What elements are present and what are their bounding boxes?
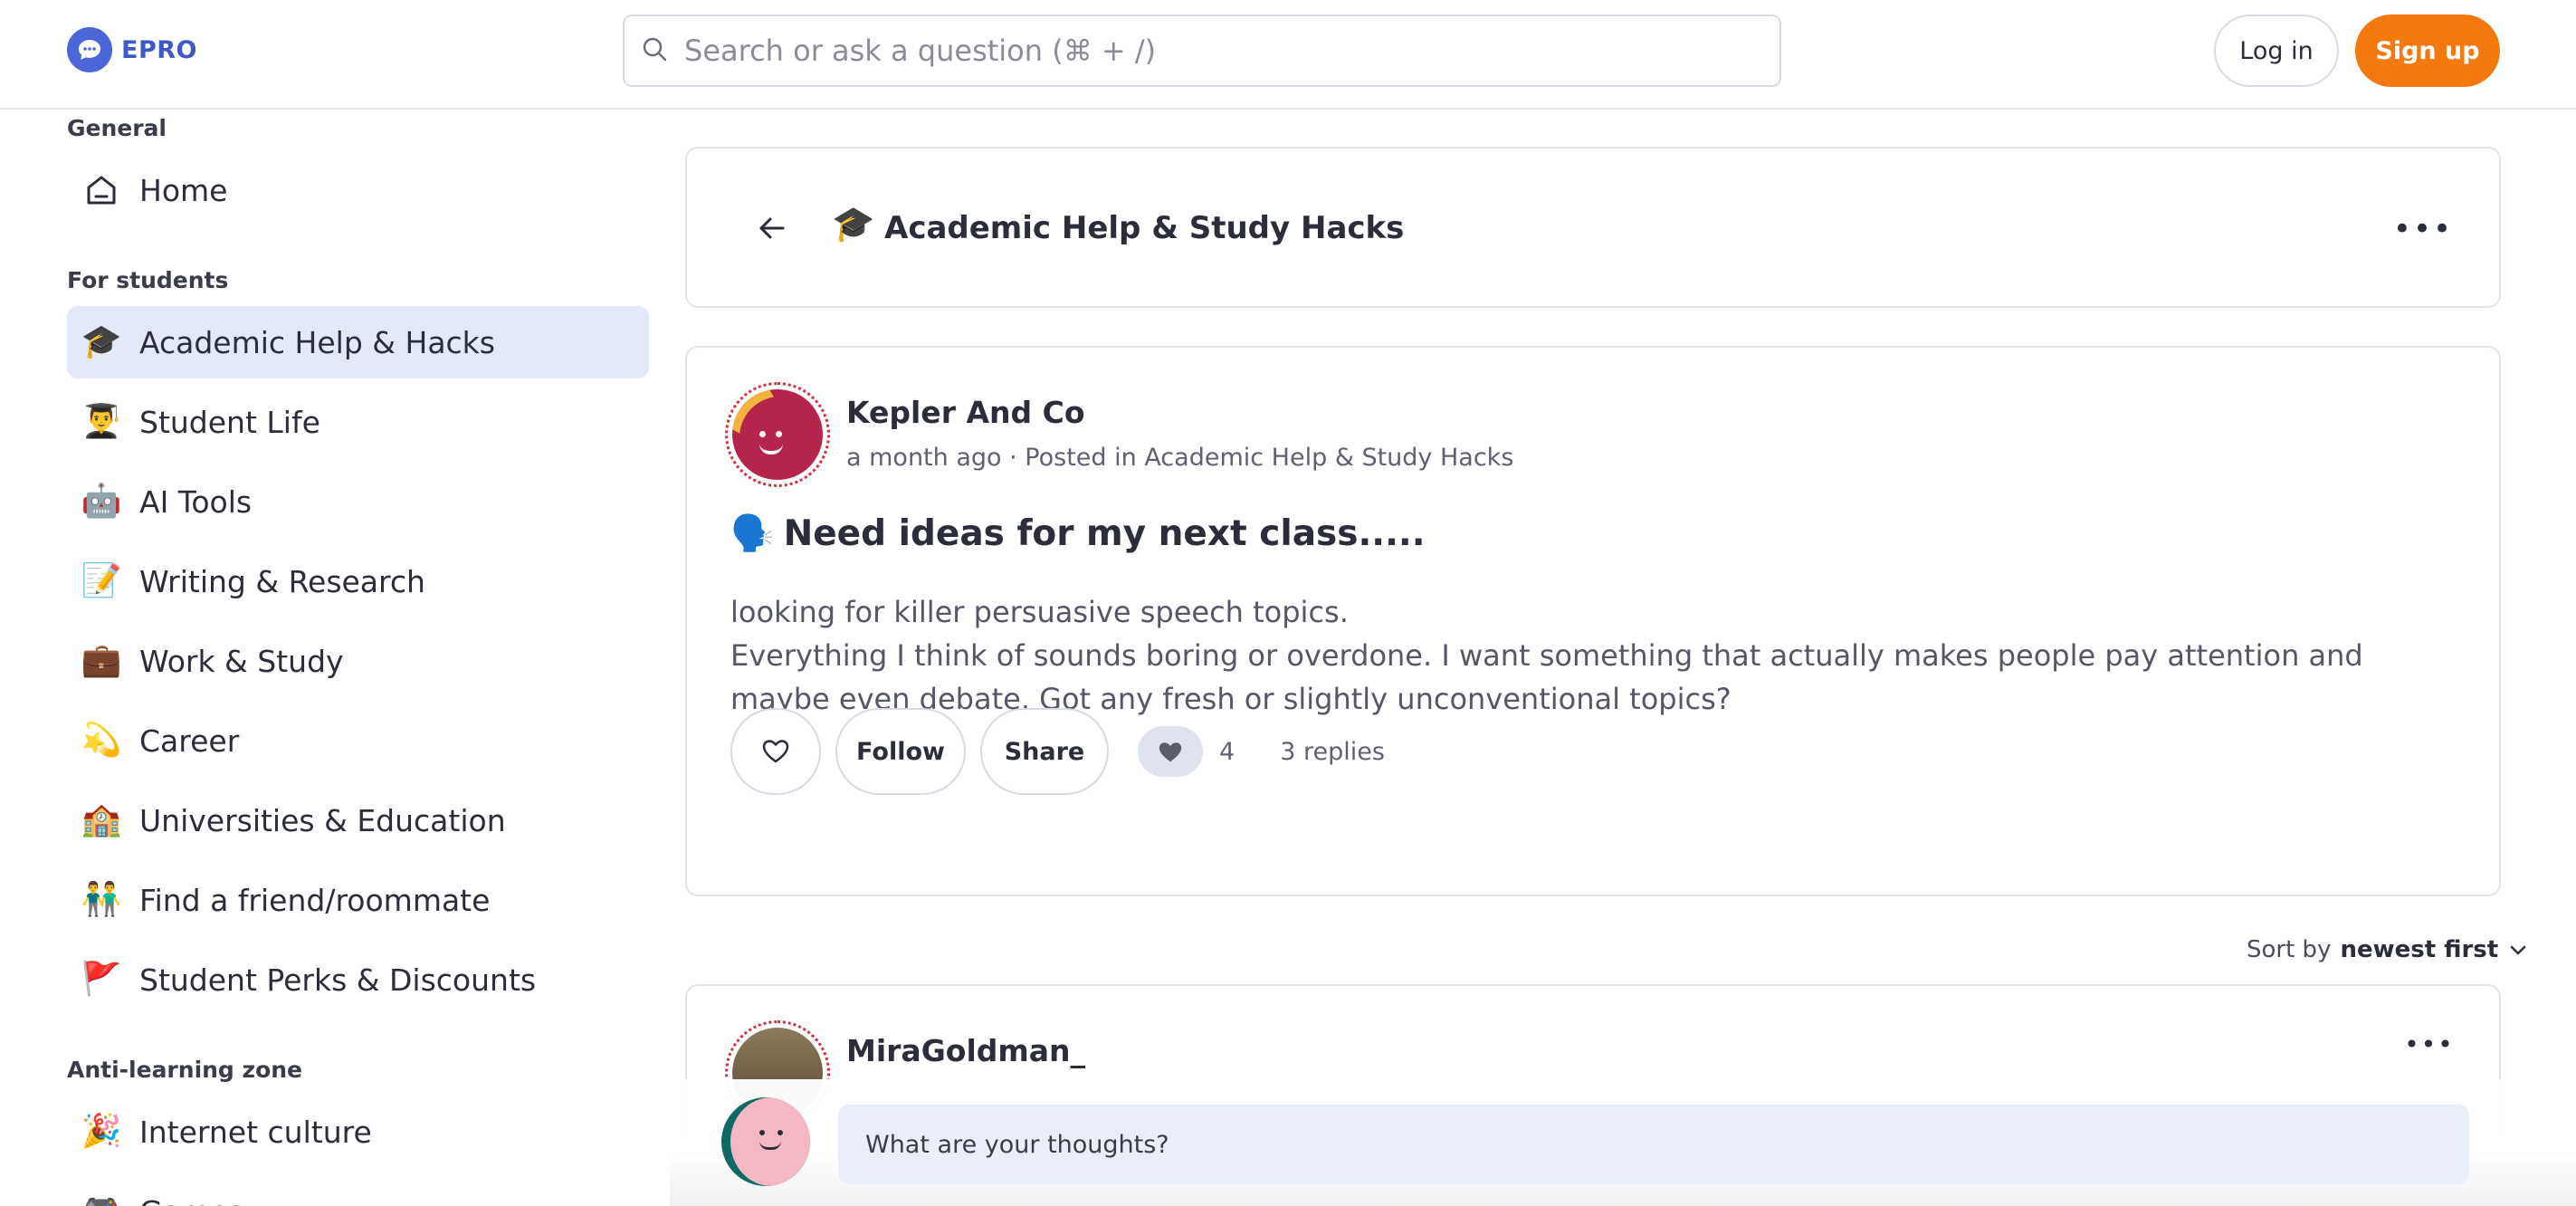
party-popper-icon: 🎉 [81,1113,122,1150]
reply-composer [670,1079,2576,1206]
section-label-general: General [67,115,167,141]
reply-input[interactable] [838,1105,2469,1184]
game-controller-icon: 🎮 [81,1192,122,1206]
graduation-cap-icon: 🎓 [832,204,875,244]
sidebar-item-label: Internet culture [139,1114,372,1150]
sort-prefix: Sort by [2247,936,2332,963]
author-avatar[interactable] [725,382,830,487]
sidebar-item-games[interactable]: 🎮 Games [67,1175,649,1206]
follow-button[interactable]: Follow [835,708,966,795]
sidebar-item-label: Work & Study [139,643,344,679]
post-title-text: Need ideas for my next class..... [783,512,1426,554]
graduation-cap-icon: 🎓 [81,323,122,360]
sidebar-item-career[interactable]: 💫 Career [67,704,649,777]
robot-icon: 🤖 [81,483,122,520]
post-author-name[interactable]: Kepler And Co [846,395,1084,430]
logo[interactable]: EPRO [67,27,197,72]
sidebar-item-student-life[interactable]: 👨‍🎓 Student Life [67,386,649,458]
dizzy-icon: 💫 [81,722,122,759]
sidebar-item-label: Find a friend/roommate [139,882,491,918]
briefcase-icon: 💼 [81,642,122,679]
sidebar-item-label: Writing & Research [139,563,425,599]
replies-count[interactable]: 3 replies [1280,738,1385,766]
more-options-icon[interactable]: ••• [2404,1026,2453,1062]
post-meta: a month ago · Posted in Academic Help & … [846,444,1514,472]
sidebar: General Home For students 🎓 Academic Hel… [0,111,670,1206]
two-people-icon: 👬 [81,881,122,918]
reaction-badge[interactable] [1138,726,1203,777]
search-bar[interactable] [623,14,1781,87]
home-icon [81,170,121,210]
chat-bubble-logo-icon [67,27,112,72]
heart-filled-icon [1159,742,1182,762]
share-button[interactable]: Share [980,708,1109,795]
sidebar-item-label: Student Perks & Discounts [139,962,537,998]
section-label-anti-learning: Anti-learning zone [67,1057,303,1083]
reaction-count: 4 [1219,737,1236,766]
sidebar-item-ai-tools[interactable]: 🤖 AI Tools [67,465,649,538]
post-actions: Follow Share 4 3 replies [730,708,1385,795]
school-icon: 🏫 [81,801,122,838]
heart-outline-icon [762,740,789,763]
sort-value: newest first [2340,936,2499,963]
speaking-head-icon: 🗣️ [730,513,775,554]
sidebar-item-label: Student Life [139,404,320,440]
sidebar-item-label: Career [139,723,240,759]
logo-text: EPRO [121,35,197,64]
login-button[interactable]: Log in [2214,14,2339,87]
sidebar-item-label: Games [139,1194,243,1206]
sidebar-item-label: Home [139,172,228,208]
sidebar-item-label: Academic Help & Hacks [139,324,495,360]
reactions: 4 3 replies [1138,726,1385,777]
sidebar-item-internet-culture[interactable]: 🎉 Internet culture [67,1096,649,1168]
sidebar-item-label: Universities & Education [139,802,506,838]
more-options-icon[interactable]: ••• [2393,206,2451,252]
category-header-card: 🎓 Academic Help & Study Hacks ••• [685,147,2501,308]
current-user-avatar [721,1097,810,1186]
sort-dropdown[interactable]: Sort by newest first [2247,936,2529,963]
reply-author-name[interactable]: MiraGoldman_ [846,1033,1085,1068]
sidebar-item-work-study[interactable]: 💼 Work & Study [67,625,649,697]
search-icon [641,35,668,66]
sidebar-item-academic-help[interactable]: 🎓 Academic Help & Hacks [67,306,649,378]
post-body-line: looking for killer persuasive speech top… [730,595,1349,629]
category-title: Academic Help & Study Hacks [884,210,1405,246]
search-input[interactable] [684,34,1770,68]
memo-icon: 📝 [81,562,122,599]
chevron-down-icon [2510,945,2526,955]
like-button[interactable] [730,708,821,795]
post-card: Kepler And Co a month ago · Posted in Ac… [685,346,2501,896]
back-arrow-icon[interactable] [749,205,796,252]
sidebar-item-label: AI Tools [139,483,253,520]
flag-icon: 🚩 [81,961,122,998]
student-icon: 👨‍🎓 [81,403,122,440]
post-title: 🗣️ Need ideas for my next class..... [730,512,1426,555]
sidebar-item-student-perks[interactable]: 🚩 Student Perks & Discounts [67,943,649,1016]
sidebar-item-universities[interactable]: 🏫 Universities & Education [67,784,649,857]
section-label-for-students: For students [67,267,229,293]
sidebar-item-writing-research[interactable]: 📝 Writing & Research [67,545,649,617]
signup-button[interactable]: Sign up [2355,14,2500,87]
post-body: looking for killer persuasive speech top… [730,590,2468,721]
top-header: EPRO Log in Sign up [0,0,2576,110]
sidebar-item-find-friend[interactable]: 👬 Find a friend/roommate [67,864,649,936]
sidebar-item-home[interactable]: Home [67,154,649,226]
